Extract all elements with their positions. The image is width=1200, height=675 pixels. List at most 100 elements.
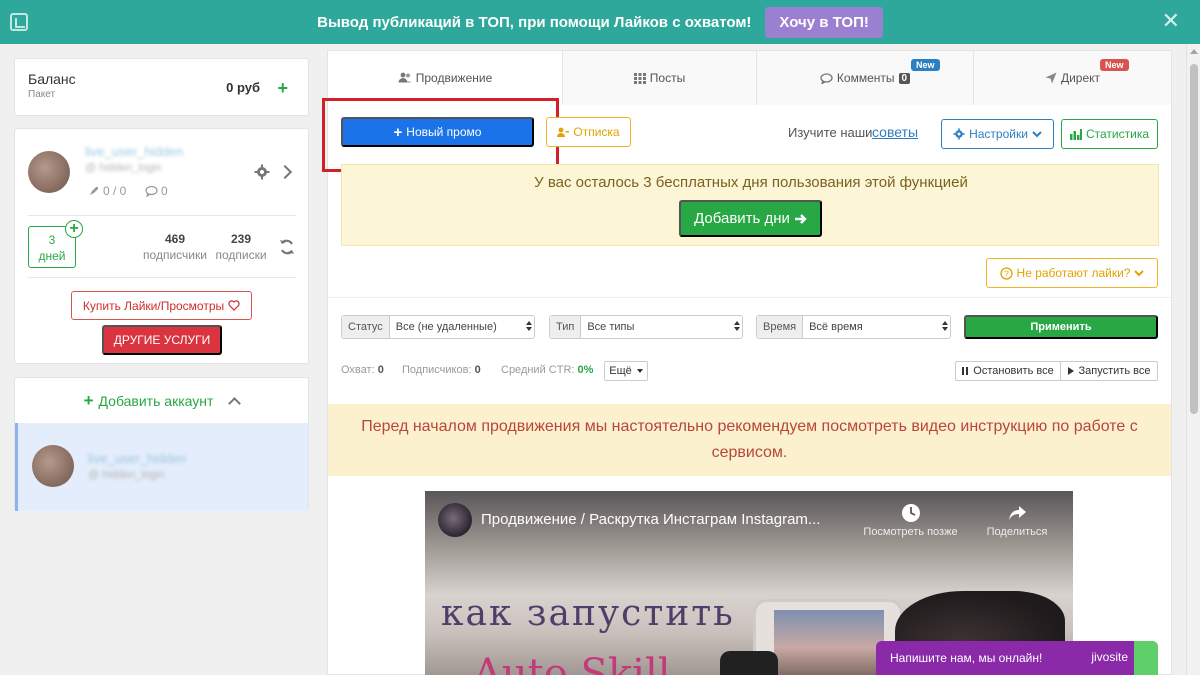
send-icon [1045, 72, 1057, 84]
grid-icon [633, 72, 646, 84]
start-all-button[interactable]: Запустить все [1060, 361, 1158, 381]
gear-icon [953, 128, 965, 140]
subscribers-metric: Подписчиков: 0 [402, 364, 481, 376]
app-logo-icon[interactable] [10, 13, 28, 31]
avatar [32, 445, 74, 487]
followers-label: подписчики [143, 248, 207, 262]
ctr-metric: Средний CTR: 0% [501, 364, 593, 376]
video-caption-text-2: Auto Skill [473, 651, 671, 675]
promo-count: 0 / 0 [88, 184, 126, 198]
status-filter-label: Статус [342, 316, 390, 338]
pause-icon [962, 367, 969, 375]
chevron-right-icon[interactable] [277, 164, 293, 180]
comment-count: 0 [145, 184, 168, 198]
account-card: live_user_hidden @ hidden_login 0 / 0 0 … [14, 128, 309, 364]
unsubscribe-label: Отписка [573, 125, 620, 139]
type-filter-value-text: Все типы [587, 321, 635, 333]
statistics-label: Статистика [1085, 127, 1150, 141]
add-days-plus-icon[interactable]: + [65, 220, 83, 238]
reach-value: 0 [377, 364, 384, 376]
avatar[interactable] [28, 151, 70, 193]
tab-direct[interactable]: Директ New [974, 51, 1171, 105]
add-balance-plus-icon[interactable]: + [277, 79, 288, 97]
users-icon [398, 72, 412, 83]
chat-widget[interactable]: Напишите нам, мы онлайн! jivosite [876, 641, 1158, 675]
heart-icon [228, 300, 240, 311]
new-badge: New [1100, 59, 1129, 71]
balance-package-label: Пакет [28, 89, 56, 100]
type-filter-value[interactable]: Все типы [581, 316, 742, 338]
tab-posts[interactable]: Посты [563, 51, 757, 105]
buy-likes-button[interactable]: Купить Лайки/Просмотры [71, 291, 252, 320]
more-dropdown[interactable]: Ещё [604, 361, 648, 381]
unsubscribe-button[interactable]: Отписка [546, 117, 631, 147]
watch-later-button[interactable]: Посмотреть позже [853, 503, 968, 538]
time-filter-label: Время [757, 316, 804, 338]
add-account-button[interactable]: + Добавить аккаунт [15, 378, 308, 423]
add-account-card: + Добавить аккаунт live_user_hidden @ hi… [14, 377, 309, 511]
other-services-button[interactable]: ДРУГИЕ УСЛУГИ [102, 325, 222, 355]
apply-filters-button[interactable]: Применить [964, 315, 1158, 339]
time-filter[interactable]: Время Всё время [756, 315, 951, 339]
followers-count: 469 [164, 232, 186, 246]
watch-later-label: Посмотреть позже [863, 526, 958, 538]
reach-label: Охват: [341, 364, 375, 376]
channel-avatar[interactable] [438, 503, 472, 537]
time-filter-value[interactable]: Всё время [803, 316, 950, 338]
chevron-down-icon [1032, 130, 1042, 137]
status-filter[interactable]: Статус Все (не удаленные) [341, 315, 535, 339]
settings-button[interactable]: Настройки [941, 119, 1054, 149]
page-scrollbar[interactable] [1186, 44, 1200, 675]
close-icon[interactable]: ✕ [1162, 10, 1180, 32]
account-name[interactable]: live_user_hidden [85, 144, 183, 159]
add-account-label: Добавить аккаунт [98, 392, 214, 409]
subscribers-value: 0 [474, 364, 481, 376]
time-filter-value-text: Всё время [809, 321, 863, 333]
refresh-icon[interactable] [279, 238, 295, 256]
arrow-right-icon [794, 213, 807, 224]
chat-brand-logo: jivosite [1091, 650, 1128, 664]
chevron-down-icon [1134, 269, 1145, 276]
banner-text: Вывод публикаций в ТОП, при помощи Лайко… [317, 13, 752, 31]
subscribers-label: Подписчиков: [402, 364, 472, 376]
divider [28, 277, 296, 278]
scroll-thumb[interactable] [1190, 64, 1198, 414]
video-title[interactable]: Продвижение / Раскрутка Инстаграм Instag… [481, 511, 820, 528]
scroll-up-arrow-icon[interactable] [1190, 49, 1198, 54]
ctr-value: 0% [577, 364, 594, 376]
statistics-button[interactable]: Статистика [1061, 119, 1158, 149]
stop-all-button[interactable]: Остановить все [955, 361, 1061, 381]
new-badge: New [911, 59, 940, 71]
bar-chart-icon [1069, 128, 1082, 140]
add-days-button[interactable]: Добавить дни [679, 200, 822, 237]
promo-count-value: 0 / 0 [103, 184, 127, 198]
tab-promotion[interactable]: Продвижение [328, 51, 563, 105]
tips-link[interactable]: советы [872, 124, 918, 140]
account-list-item[interactable]: live_user_hidden @ hidden_login [15, 423, 308, 511]
share-button[interactable]: Поделиться [977, 503, 1057, 538]
stop-all-label: Остановить все [973, 365, 1054, 377]
status-filter-value-text: Все (не удаленные) [395, 321, 497, 333]
comment-count-value: 0 [161, 184, 168, 198]
divider [328, 297, 1171, 298]
promo-banner: Вывод публикаций в ТОП, при помощи Лайко… [0, 0, 1200, 44]
likes-help-dropdown[interactable]: ? Не работают лайки? [986, 258, 1158, 288]
highlight-annotation [322, 98, 559, 172]
want-top-button[interactable]: Хочу в ТОП! [765, 6, 883, 38]
share-label: Поделиться [986, 526, 1048, 538]
caret-down-icon [636, 369, 643, 373]
notice-text: Перед началом продвижения мы настоятельн… [361, 418, 1138, 461]
learn-text: Изучите наши [788, 125, 873, 140]
divider [28, 215, 296, 216]
video-caption-text: как запустить [441, 593, 735, 634]
type-filter-label: Тип [550, 316, 582, 338]
play-button[interactable] [720, 651, 778, 675]
status-filter-value[interactable]: Все (не удаленные) [390, 316, 534, 338]
tab-comments[interactable]: Комменты 0 New [757, 51, 974, 105]
buy-likes-label: Купить Лайки/Просмотры [82, 298, 225, 313]
balance-card: Баланс Пакет 0 руб + [14, 58, 309, 116]
gear-icon[interactable] [254, 164, 270, 180]
type-filter[interactable]: Тип Все типы [549, 315, 743, 339]
tab-label: Директ [1060, 71, 1101, 85]
chevron-up-icon[interactable] [228, 396, 242, 410]
